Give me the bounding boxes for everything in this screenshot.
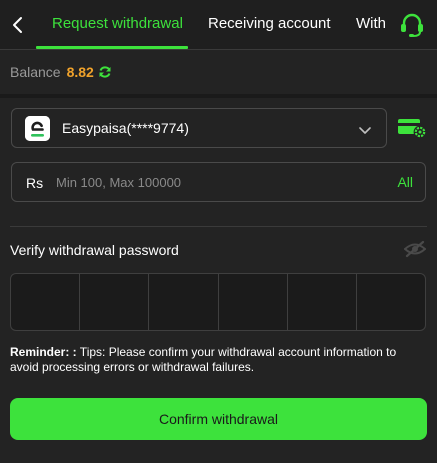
tab-receiving-account[interactable]: Receiving account	[208, 0, 331, 50]
top-nav-bar: Request withdrawal Receiving account Wit…	[0, 0, 437, 50]
account-name: Easypaisa(****9774)	[62, 120, 189, 136]
withdrawal-account-select[interactable]: Easypaisa(****9774)	[11, 108, 387, 148]
balance-value: 8.82	[66, 64, 94, 80]
password-digit-1[interactable]	[11, 274, 81, 330]
chevron-down-icon	[358, 123, 372, 134]
amount-input[interactable]	[56, 169, 356, 195]
headset-icon[interactable]	[398, 12, 426, 38]
reminder-text: Reminder: : Tips: Please confirm your wi…	[10, 345, 428, 375]
reminder-label: Reminder: :	[10, 345, 77, 359]
refresh-icon[interactable]	[98, 65, 112, 79]
eye-off-icon[interactable]	[403, 240, 427, 258]
password-input[interactable]	[10, 273, 426, 331]
confirm-withdrawal-button[interactable]: Confirm withdrawal	[10, 398, 427, 440]
divider	[10, 226, 427, 227]
card-settings-icon[interactable]	[397, 117, 427, 139]
tab-request-withdrawal[interactable]: Request withdrawal	[52, 0, 183, 50]
password-digit-6[interactable]	[357, 274, 425, 330]
password-digit-3[interactable]	[149, 274, 219, 330]
balance-row: Balance 8.82	[10, 62, 112, 82]
balance-label: Balance	[10, 64, 61, 80]
password-label: Verify withdrawal password	[10, 242, 179, 258]
active-tab-indicator	[36, 46, 188, 49]
password-digit-5[interactable]	[288, 274, 357, 330]
chevron-left-icon[interactable]	[8, 11, 28, 39]
tab-withdrawal-history[interactable]: With	[356, 0, 386, 50]
easypaisa-logo-icon	[25, 116, 50, 141]
password-digit-4[interactable]	[219, 274, 288, 330]
password-digit-2[interactable]	[80, 274, 150, 330]
section-separator	[0, 94, 437, 98]
all-amount-button[interactable]: All	[397, 174, 413, 190]
currency-symbol: Rs	[26, 175, 44, 191]
amount-field: Rs All	[11, 162, 426, 202]
